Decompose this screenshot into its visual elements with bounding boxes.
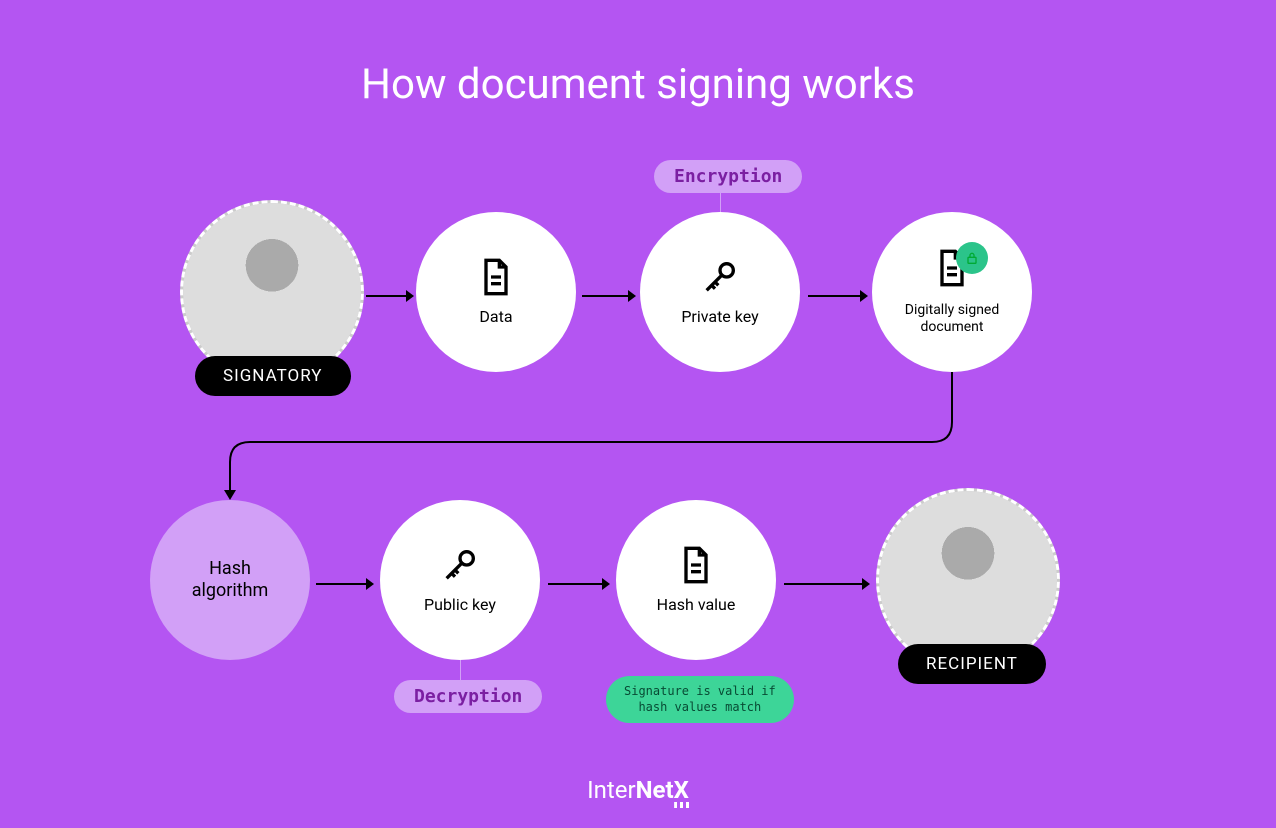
lock-badge: [956, 242, 988, 274]
key-icon: [440, 545, 480, 585]
encryption-tag-connector: [720, 192, 721, 212]
hash-valid-tag: Signature is valid if hash values match: [606, 676, 794, 723]
brand-logo: InterNetX: [587, 776, 689, 804]
lock-icon: [964, 250, 980, 266]
key-icon: [700, 257, 740, 297]
brand-part1: Inter: [587, 776, 636, 804]
node-hash-value-label: Hash value: [657, 595, 736, 615]
arrow-icon: [582, 286, 636, 306]
arrow-icon: [808, 286, 868, 306]
arrow-icon: [316, 574, 374, 594]
connector-curve: [220, 372, 960, 502]
avatar: [879, 491, 1057, 669]
node-signed-doc: Digitally signed document: [872, 212, 1032, 372]
node-hash-algo: Hashalgorithm: [150, 500, 310, 660]
node-hash-algo-label: Hashalgorithm: [192, 558, 269, 603]
node-hash-value: Hash value: [616, 500, 776, 660]
brand-part3: X: [674, 776, 689, 804]
arrow-icon: [366, 286, 414, 306]
node-data: Data: [416, 212, 576, 372]
decryption-tag: Decryption: [394, 680, 542, 713]
arrow-icon: [548, 574, 610, 594]
encryption-tag: Encryption: [654, 160, 802, 193]
node-hash-algo-text: Hashalgorithm: [192, 558, 269, 602]
document-icon: [676, 545, 716, 585]
node-public-key-label: Public key: [424, 595, 496, 615]
node-private-key: Private key: [640, 212, 800, 372]
node-data-label: Data: [479, 307, 512, 327]
node-signed-doc-label: Digitally signed document: [882, 302, 1022, 337]
brand-part2: Net: [636, 776, 674, 804]
node-private-key-label: Private key: [681, 307, 758, 327]
node-public-key: Public key: [380, 500, 540, 660]
recipient-label-pill: RECIPIENT: [898, 644, 1046, 684]
document-icon: [476, 257, 516, 297]
avatar: [183, 203, 361, 381]
decryption-tag-connector: [460, 660, 461, 680]
diagram-title: How document signing works: [0, 60, 1276, 109]
arrow-icon: [784, 574, 870, 594]
